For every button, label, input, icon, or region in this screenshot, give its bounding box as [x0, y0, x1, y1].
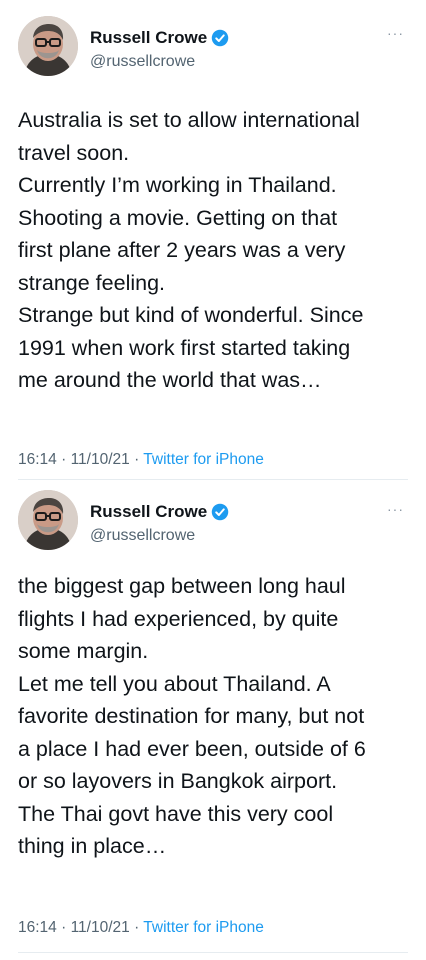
- author-handle[interactable]: @russellcrowe: [90, 526, 195, 546]
- tweet-date[interactable]: 11/10/21: [71, 451, 130, 468]
- tweet-text-line: favorite destination for many, but not: [18, 704, 365, 728]
- tweet-text: the biggest gap between long haul flight…: [18, 570, 408, 863]
- avatar-photo: [18, 490, 78, 550]
- avatar-photo: [18, 16, 78, 76]
- tweet-text-line: a place I had ever been, outside of 6: [18, 736, 366, 761]
- avatar[interactable]: [18, 16, 78, 76]
- more-options-icon[interactable]: ···: [387, 502, 404, 516]
- tweet-date[interactable]: 11/10/21: [71, 919, 130, 936]
- avatar[interactable]: [18, 490, 78, 550]
- meta-separator: ·: [129, 919, 144, 936]
- tweet-text-line: Australia is set to allow international: [18, 108, 360, 132]
- tweet-divider: [18, 952, 408, 953]
- tweet-text-line: Currently I’m working in Thailand.: [18, 173, 337, 197]
- tweet[interactable]: Russell Crowe @russellcrowe ··· the bigg…: [0, 480, 426, 960]
- more-options-icon[interactable]: ···: [387, 26, 404, 40]
- author-name[interactable]: Russell Crowe: [90, 502, 207, 522]
- tweet-text-line: flights I had experienced, by quite: [18, 606, 339, 631]
- tweet-text-line: travel soon.: [18, 140, 130, 165]
- tweet-text: Australia is set to allow international …: [18, 104, 408, 397]
- tweet-text-line: Let me tell you about Thailand. A: [18, 671, 331, 696]
- tweet-text-line: me around the world that was…: [18, 368, 322, 392]
- tweet[interactable]: Russell Crowe @russellcrowe ··· Australi…: [0, 0, 426, 480]
- author-name-row[interactable]: Russell Crowe: [90, 502, 229, 522]
- tweet-text-line: Strange but kind of wonderful. Since: [18, 303, 364, 327]
- tweet-source-link[interactable]: Twitter for iPhone: [143, 919, 264, 936]
- tweet-text-line: The Thai govt have this very cool: [18, 801, 334, 826]
- author-name[interactable]: Russell Crowe: [90, 28, 207, 48]
- tweet-text-line: thing in place…: [18, 834, 167, 858]
- author-name-row[interactable]: Russell Crowe: [90, 28, 229, 48]
- meta-separator: ·: [56, 919, 71, 936]
- verified-badge-icon: [211, 29, 229, 47]
- tweet-text-line: 1991 when work first started taking: [18, 335, 351, 360]
- tweet-text-line: strange feeling.: [18, 270, 166, 295]
- tweet-time[interactable]: 16:14: [18, 919, 57, 936]
- tweet-text-line: the biggest gap between long haul: [18, 574, 346, 598]
- meta-separator: ·: [129, 451, 144, 468]
- verified-badge-icon: [211, 503, 229, 521]
- tweet-source-link[interactable]: Twitter for iPhone: [143, 451, 264, 468]
- tweet-text-line: first plane after 2 years was a very: [18, 238, 346, 262]
- tweet-time[interactable]: 16:14: [18, 451, 57, 468]
- tweet-text-line: Shooting a movie. Getting on that: [18, 205, 338, 230]
- tweet-text-line: some margin.: [18, 639, 149, 663]
- meta-separator: ·: [56, 451, 71, 468]
- tweet-meta: 16:14 · 11/10/21 · Twitter for iPhone: [18, 918, 264, 938]
- author-handle[interactable]: @russellcrowe: [90, 52, 195, 72]
- tweet-text-line: or so layovers in Bangkok airport.: [18, 769, 338, 793]
- tweet-meta: 16:14 · 11/10/21 · Twitter for iPhone: [18, 450, 264, 470]
